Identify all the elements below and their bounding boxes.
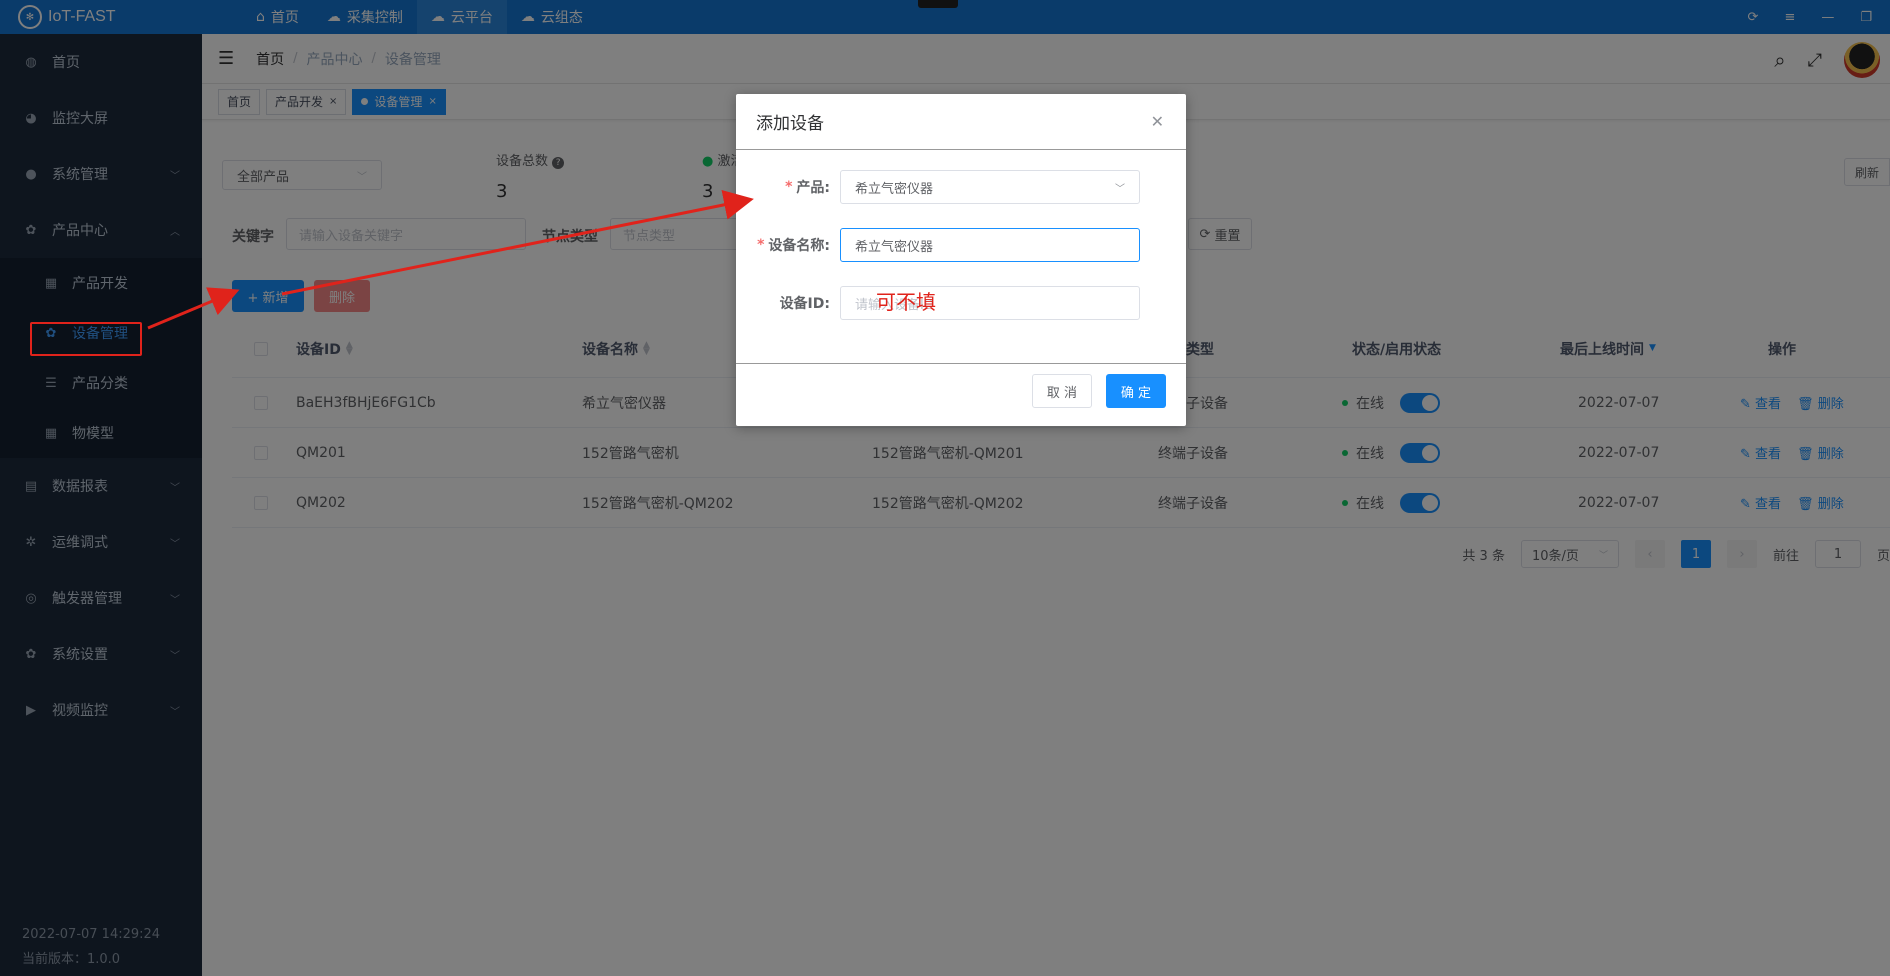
close-icon[interactable]: ✕ xyxy=(1151,112,1164,131)
device-id-row: 设备ID: 请输入设备ID xyxy=(736,286,1186,320)
annotation-text: 可不填 xyxy=(876,290,936,314)
confirm-button[interactable]: 确 定 xyxy=(1106,374,1166,408)
device-id-label: 设备ID: xyxy=(779,296,830,312)
chevron-down-icon: ﹀ xyxy=(1115,183,1125,195)
device-name-row: * 设备名称: 希立气密仪器 xyxy=(736,228,1186,262)
dialog-title: 添加设备 xyxy=(756,114,824,134)
device-name-input[interactable]: 希立气密仪器 xyxy=(840,228,1140,262)
product-row: * 产品: 希立气密仪器 ﹀ xyxy=(736,170,1186,204)
dialog-footer: 取 消 确 定 xyxy=(736,363,1186,426)
device-name-label: 设备名称: xyxy=(768,238,830,254)
cancel-button[interactable]: 取 消 xyxy=(1032,374,1092,408)
dialog-header: 添加设备 ✕ xyxy=(736,94,1186,150)
annotation-highlight-box xyxy=(30,322,142,356)
product-label: 产品: xyxy=(796,180,830,196)
add-device-dialog: 添加设备 ✕ * 产品: 希立气密仪器 ﹀ * 设备名称: 希立气密仪器 设备ID: … xyxy=(736,94,1186,426)
product-select[interactable]: 希立气密仪器 ﹀ xyxy=(840,170,1140,204)
